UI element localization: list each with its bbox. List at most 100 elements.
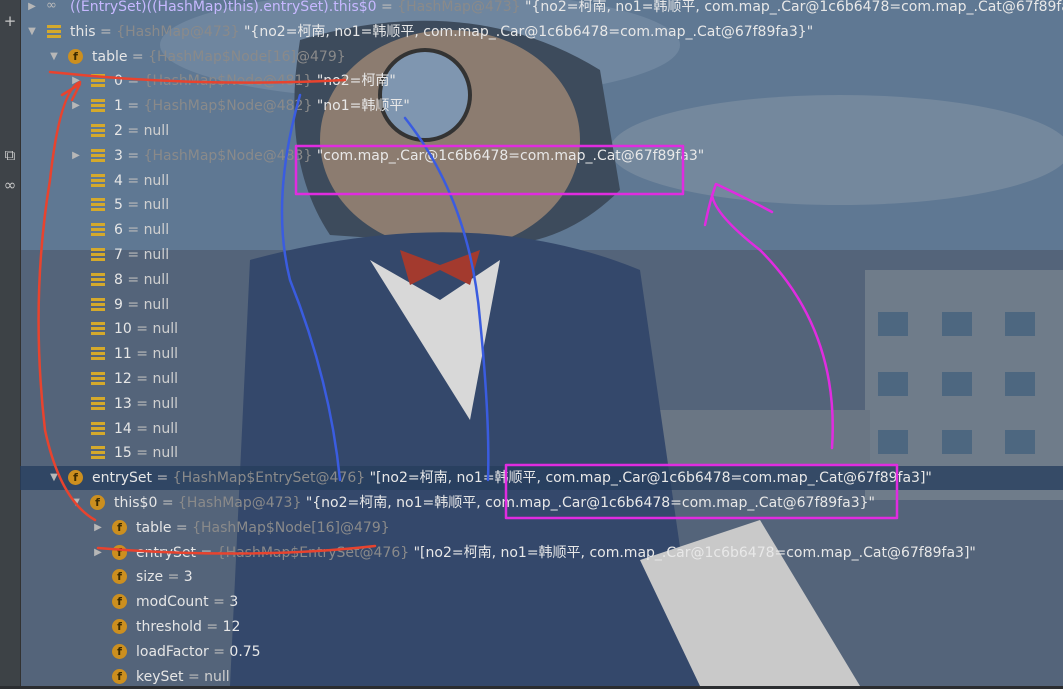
variable-value: null xyxy=(143,296,170,313)
variable-name: 9 xyxy=(114,296,123,313)
expand-arrow-icon[interactable]: ▶ xyxy=(92,541,104,565)
watch-glasses-icon[interactable]: ∞ xyxy=(0,176,20,194)
tree-row[interactable]: 7 = null xyxy=(20,243,1063,267)
expand-arrow-icon[interactable]: ▶ xyxy=(70,144,82,168)
type-descriptor: {HashMap@473} xyxy=(397,0,521,15)
variable-value: null xyxy=(143,172,170,189)
tree-row[interactable]: ▼ this = {HashMap@473} "{no2=柯南, no1=韩顺平,… xyxy=(20,20,1063,44)
equals-sign: = xyxy=(131,371,153,387)
equals-sign: = xyxy=(163,569,184,586)
equals-sign: = xyxy=(131,346,153,363)
array-icon xyxy=(90,99,106,113)
equals-sign: = xyxy=(122,296,144,313)
variable-name: 4 xyxy=(114,172,123,189)
tree-row[interactable]: f threshold = 12 xyxy=(20,615,1063,639)
variable-name: table xyxy=(92,48,128,65)
tree-row[interactable]: f size = 3 xyxy=(20,565,1063,589)
field-icon: f xyxy=(112,619,127,634)
tree-row[interactable]: 4 = null xyxy=(20,169,1063,193)
variable-value: null xyxy=(143,197,170,214)
tree-row[interactable]: f keySet = null xyxy=(20,665,1063,689)
field-icon: f xyxy=(112,594,127,610)
array-icon xyxy=(90,223,106,237)
tree-row[interactable]: ▶ 1 = {HashMap$Node@482} "no1=韩顺平" xyxy=(20,94,1063,118)
variable-name: size xyxy=(136,569,164,586)
array-icon xyxy=(90,421,106,436)
tree-row[interactable]: ▶ 3 = {HashMap$Node@483} "com.map_.Car@1c… xyxy=(20,144,1063,168)
tree-row[interactable]: 12 = null xyxy=(20,367,1063,391)
collapse-arrow-icon[interactable]: ▼ xyxy=(48,45,60,69)
variable-name: this$0 xyxy=(114,495,158,511)
variable-name: 0 xyxy=(114,73,123,90)
tree-row[interactable]: ▼ f entrySet = {HashMap$EntrySet@476} "[no… xyxy=(20,466,1063,491)
field-icon: f xyxy=(112,544,127,560)
variable-value: 0.75 xyxy=(229,643,261,660)
variable-value: "{no2=柯南, no1=韩顺平, com.map_.Car@1c6b6478… xyxy=(239,23,814,40)
equals-sign: = xyxy=(122,172,144,189)
variable-name: entrySet xyxy=(92,470,153,487)
type-descriptor: {HashMap$Node@482} xyxy=(143,98,313,115)
tree-row[interactable]: f loadFactor = 0.75 xyxy=(20,640,1063,664)
tree-row[interactable]: 13 = null xyxy=(20,392,1063,416)
tree-row[interactable]: ▼ f this$0 = {HashMap@473} "{no2=柯南, no1=韩… xyxy=(20,491,1063,515)
tree-row[interactable]: 8 = null xyxy=(20,268,1063,292)
tree-row[interactable]: 10 = null xyxy=(20,317,1063,341)
tree-row[interactable]: 9 = null xyxy=(20,293,1063,317)
collapse-arrow-icon[interactable]: ▼ xyxy=(70,491,82,515)
type-descriptor: {HashMap@473} xyxy=(178,495,302,511)
equals-sign: = xyxy=(152,470,173,487)
variable-name: ((EntrySet)((HashMap)this).entrySet).thi… xyxy=(70,0,377,15)
variable-value: "{no2=柯南, no1=韩顺平, com.map_.Car@1c6b6478… xyxy=(520,0,1063,15)
tree-row[interactable]: ▶ f table = {HashMap$Node[16]@479} xyxy=(20,516,1063,540)
array-icon xyxy=(90,74,106,88)
equals-sign: = xyxy=(122,271,144,288)
variable-value: null xyxy=(152,321,178,338)
tree-row[interactable]: 11 = null xyxy=(20,342,1063,366)
tree-row[interactable]: 15 = null xyxy=(20,441,1063,465)
tree-row[interactable]: f modCount = 3 xyxy=(20,590,1063,614)
equals-sign: = xyxy=(122,98,144,115)
collapse-arrow-icon[interactable]: ▼ xyxy=(26,20,38,44)
restore-layout-icon[interactable]: ⧉ xyxy=(0,146,20,164)
variable-value: null xyxy=(204,668,230,685)
plus-icon[interactable]: + xyxy=(0,12,20,30)
variable-value: "com.map_.Car@1c6b6478=com.map_.Cat@67f8… xyxy=(312,147,705,164)
tree-row[interactable]: 14 = null xyxy=(20,417,1063,441)
equals-sign: = xyxy=(208,594,230,611)
variable-value: "{no2=柯南, no1=韩顺平, com.map_.Car@1c6b6478… xyxy=(301,495,875,511)
variable-value: 3 xyxy=(229,594,239,611)
field-icon: f xyxy=(68,470,83,486)
variable-value: null xyxy=(152,420,178,437)
field-icon: f xyxy=(112,569,127,585)
tree-row[interactable]: 6 = null xyxy=(20,218,1063,242)
tree-row[interactable]: ▶ ∞ ((EntrySet)((HashMap)this).entrySet).t… xyxy=(20,0,1063,19)
expand-arrow-icon[interactable]: ▶ xyxy=(26,0,38,19)
variable-value: "[no2=柯南, no1=韩顺平, com.map_.Car@1c6b6478… xyxy=(365,470,932,487)
field-icon: f xyxy=(68,48,83,64)
collapse-arrow-icon[interactable]: ▼ xyxy=(48,466,60,490)
expand-arrow-icon[interactable]: ▶ xyxy=(92,516,104,540)
variable-value: null xyxy=(143,222,170,239)
tree-row[interactable]: ▶ f entrySet = {HashMap$EntrySet@476} "[no… xyxy=(20,541,1063,565)
array-icon xyxy=(90,372,106,386)
variable-name: 13 xyxy=(114,395,132,412)
array-icon xyxy=(90,148,106,163)
tree-row[interactable]: ▶ 0 = {HashMap$Node@481} "no2=柯南" xyxy=(20,69,1063,93)
field-icon: f xyxy=(112,519,127,535)
variable-name: keySet xyxy=(136,668,184,685)
tree-row[interactable]: 5 = null xyxy=(20,193,1063,217)
variable-value: null xyxy=(143,123,170,139)
array-icon xyxy=(90,272,106,287)
equals-sign: = xyxy=(183,668,205,685)
variable-name: 7 xyxy=(114,247,123,263)
tree-row[interactable]: ▼ f table = {HashMap$Node[16]@479} xyxy=(20,45,1063,69)
variable-value: null xyxy=(152,445,178,462)
variable-name: entrySet xyxy=(136,544,197,561)
expand-arrow-icon[interactable]: ▶ xyxy=(70,94,82,118)
variable-name: 12 xyxy=(114,371,132,387)
equals-sign: = xyxy=(122,222,144,239)
equals-sign: = xyxy=(122,247,144,263)
equals-sign: = xyxy=(131,445,153,462)
expand-arrow-icon[interactable]: ▶ xyxy=(70,69,82,93)
tree-row[interactable]: 2 = null xyxy=(20,119,1063,143)
